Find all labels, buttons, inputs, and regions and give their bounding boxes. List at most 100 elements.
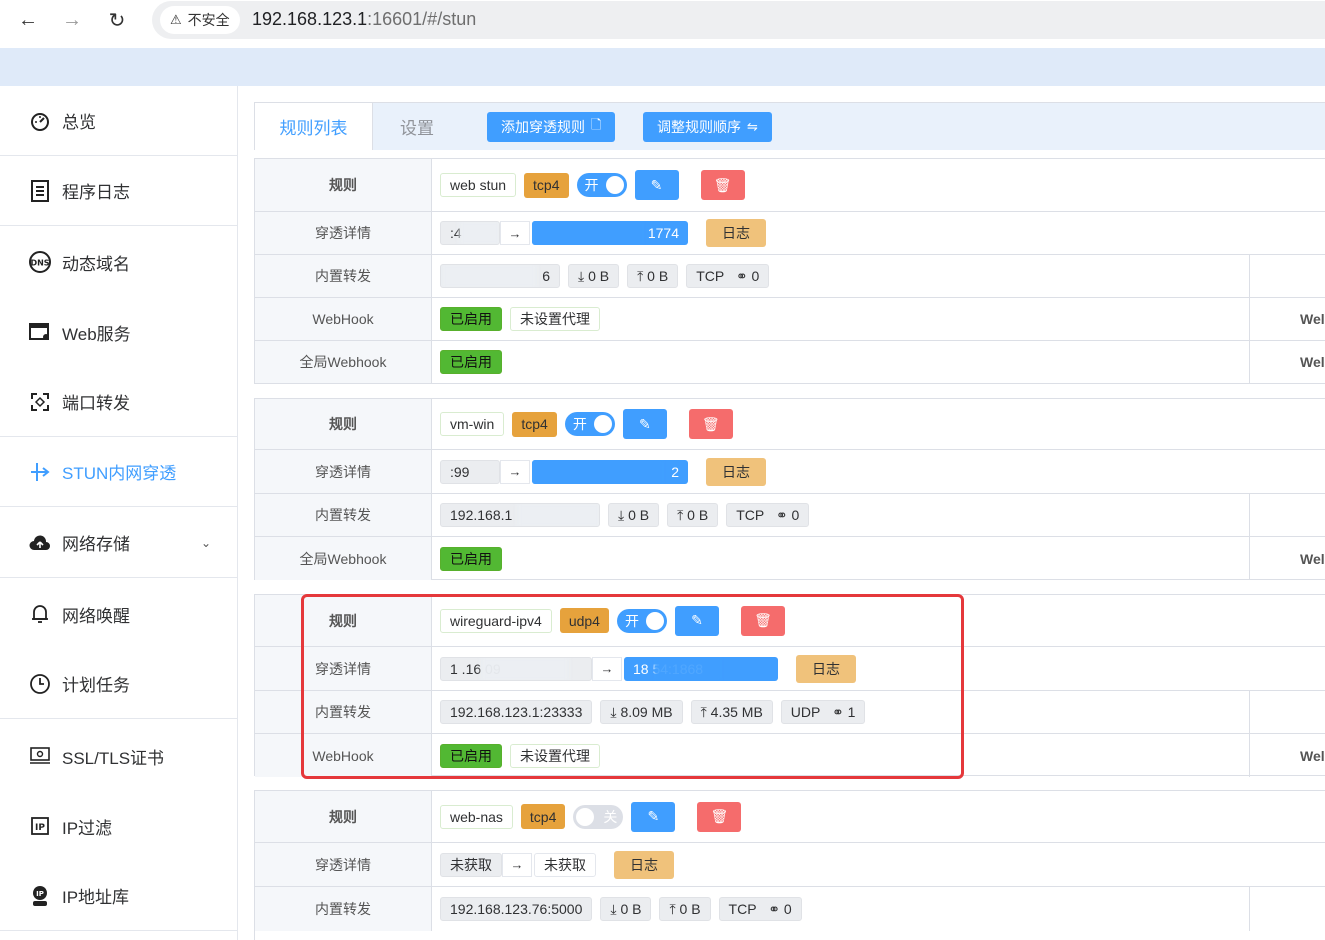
arrow-right-icon: → — [500, 221, 530, 245]
url-text[interactable]: 192.168.123.1:16601/#/stun — [252, 9, 476, 30]
redaction-mask — [481, 657, 569, 680]
delete-button[interactable]: 🗑 — [740, 605, 785, 636]
public-address-tag[interactable]: 1774 — [532, 221, 688, 245]
forward-arrow-icon[interactable]: → — [58, 8, 86, 32]
sidebar-item-storage[interactable]: 网络存储 ⌄ — [0, 508, 237, 578]
download-value: 8.09 MB — [620, 704, 673, 720]
enable-switch[interactable]: 关 — [573, 804, 624, 829]
log-button[interactable]: 日志 — [796, 654, 856, 683]
connection-stat: TCP ⚭ 0 — [686, 264, 770, 288]
upload-value: 0 B — [647, 268, 669, 284]
delete-button[interactable]: 🗑 — [700, 170, 745, 200]
edit-button[interactable]: ✎ — [634, 170, 679, 200]
sidebar-item-ddns[interactable]: DNS 动态域名 — [0, 227, 237, 297]
edit-icon: ✎ — [638, 415, 651, 432]
log-button[interactable]: 日志 — [614, 850, 674, 879]
edit-button[interactable]: ✎ — [622, 409, 667, 439]
delete-button[interactable]: 🗑 — [697, 801, 742, 832]
redaction-mask — [532, 221, 644, 245]
enable-switch[interactable]: 开 — [576, 173, 627, 197]
security-indicator[interactable]: ⚠ 不安全 — [160, 6, 240, 34]
edit-icon: ✎ — [650, 176, 663, 193]
sidebar-item-ip-db[interactable]: IP IP地址库 — [0, 861, 237, 931]
webhook-row: WebHook 已启用 未设置代理 Wel — [255, 734, 1325, 777]
sidebar-item-label: 程序日志 — [62, 183, 130, 202]
delete-button[interactable]: 🗑 — [688, 409, 733, 439]
download-stat: ⤓ 0 B — [568, 264, 620, 288]
redaction-mask — [441, 265, 537, 287]
switch-knob — [576, 807, 595, 826]
svg-text:IP: IP — [36, 890, 44, 898]
link-icon: ⚭ — [820, 703, 848, 720]
sidebar-item-port-forward[interactable]: 端口转发 — [0, 367, 237, 437]
sidebar-item-tasks[interactable]: 计划任务 — [0, 649, 237, 719]
public-address-tag[interactable]: 18 54:1868 — [624, 656, 778, 681]
trash-icon: 🗑 — [754, 612, 772, 628]
app-header — [0, 48, 1325, 86]
enable-switch[interactable]: 开 — [564, 412, 615, 436]
upload-icon: ⤒ — [669, 900, 680, 917]
detail-label: 穿透详情 — [255, 450, 432, 493]
address-bar[interactable]: ⚠ 不安全 192.168.123.1:16601/#/stun — [152, 1, 1325, 39]
right-column-cell: Wel — [1249, 537, 1325, 580]
upload-value: 0 B — [679, 901, 701, 917]
web-service-icon — [28, 320, 52, 344]
switch-knob — [605, 176, 624, 194]
proxy-tag: 未设置代理 — [510, 307, 600, 331]
net-type: TCP — [728, 901, 757, 917]
rule-name-tag: web-nas — [440, 804, 513, 829]
global-webhook-row: 全局Webhook 已启用 Wel — [255, 537, 1325, 580]
rule-label: 规则 — [255, 159, 432, 211]
rule-label: 规则 — [255, 791, 432, 842]
forward-row: 内置转发 192.168.123.76:5000 ⤓ 0 B ⤒ 0 B TCP… — [255, 887, 1325, 931]
enable-switch[interactable]: 开 — [616, 608, 667, 633]
reorder-rules-button[interactable]: 调整规则顺序 ⇋ — [643, 112, 772, 142]
download-value: 0 B — [620, 901, 642, 917]
link-icon: ⚭ — [724, 267, 752, 284]
sidebar-item-label: SSL/TLS证书 — [62, 748, 165, 768]
clock-icon — [28, 672, 52, 696]
add-rule-button[interactable]: 添加穿透规则 🗋 — [487, 112, 616, 142]
sidebar-item-wol[interactable]: 网络唤醒 — [0, 579, 237, 649]
certificate-icon — [28, 744, 52, 768]
log-button[interactable]: 日志 — [706, 457, 766, 486]
log-button[interactable]: 日志 — [706, 219, 766, 247]
connection-count: 0 — [791, 507, 800, 523]
edit-button[interactable]: ✎ — [674, 605, 719, 636]
local-address-tag: 1 .16 09 — [440, 656, 592, 681]
ip-database-icon: IP — [28, 884, 52, 908]
tab-settings[interactable]: 设置 — [373, 103, 461, 150]
rule-card: 规则 vm-win tcp4 开 ✎ 🗑 穿透详情 :99 → 2 日志 内置转… — [254, 398, 1325, 580]
sidebar-item-web[interactable]: Web服务 — [0, 297, 237, 367]
sidebar-item-logs[interactable]: 程序日志 — [0, 156, 237, 226]
global-webhook-label: 全局Webhook — [255, 341, 432, 383]
sidebar-item-ssl[interactable]: SSL/TLS证书 — [0, 721, 237, 791]
rule-row: 规则 web-nas tcp4 关 ✎ 🗑 — [255, 791, 1325, 843]
sidebar-item-label: Web服务 — [62, 324, 131, 344]
connection-stat: TCP ⚭ 0 — [726, 503, 810, 527]
edit-button[interactable]: ✎ — [631, 801, 676, 832]
protocol-tag: udp4 — [559, 608, 609, 633]
back-arrow-icon[interactable]: ← — [14, 8, 42, 32]
reorder-label: 调整规则顺序 — [657, 119, 741, 135]
public-address-tag[interactable]: 2 — [532, 459, 688, 484]
redaction-mask — [517, 504, 599, 526]
reload-icon[interactable]: ↻ — [103, 8, 131, 32]
rule-row: 规则 vm-win tcp4 开 ✎ 🗑 — [255, 399, 1325, 450]
webhook-label: WebHook — [255, 734, 432, 777]
rule-row: 规则 wireguard-ipv4 udp4 开 ✎ 🗑 — [255, 595, 1325, 647]
url-path: :16601/#/stun — [367, 9, 477, 29]
detail-label: 穿透详情 — [255, 212, 432, 254]
redaction-mask — [459, 222, 499, 244]
chevron-down-icon[interactable]: ⌄ — [201, 536, 211, 550]
sidebar-item-stun[interactable]: STUN内网穿透 — [0, 437, 237, 507]
sidebar-item-ip-filter[interactable]: IP IP过滤 — [0, 791, 237, 861]
sidebar-item-overview[interactable]: 总览 — [0, 86, 237, 156]
arrow-right-icon: → — [500, 459, 530, 484]
download-icon: ⤓ — [578, 267, 589, 284]
svg-text:DNS: DNS — [30, 259, 49, 268]
arrow-right-icon: → — [502, 852, 532, 877]
sidebar: 总览 程序日志 DNS 动态域名 Web服务 端口转发 STUN内网穿透 网络存… — [0, 86, 238, 940]
tab-rule-list[interactable]: 规则列表 — [255, 103, 373, 150]
public-address-tag: 未获取 — [534, 852, 596, 877]
